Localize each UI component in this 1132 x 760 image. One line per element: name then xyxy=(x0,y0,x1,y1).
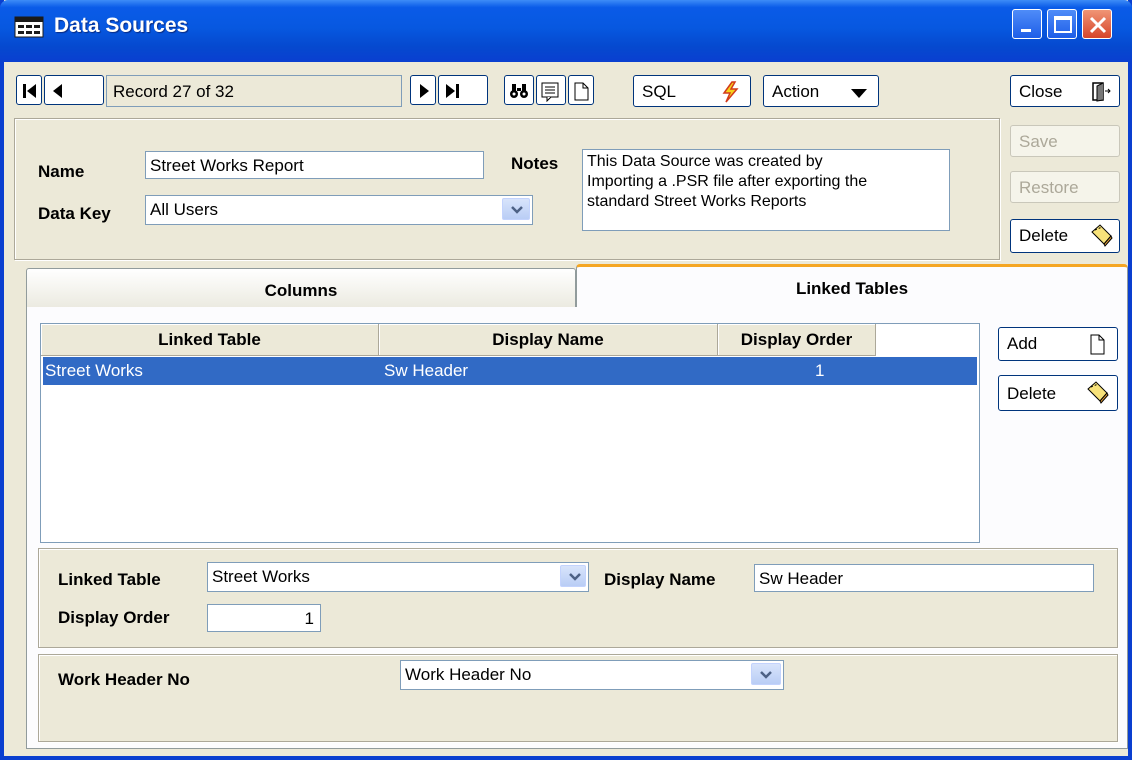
add-linked-table-button[interactable]: Add xyxy=(998,327,1118,361)
tab-linked-tables-label: Linked Tables xyxy=(795,279,909,298)
col-header-linked-table[interactable]: Linked Table xyxy=(41,324,379,356)
col-header-display-name[interactable]: Display Name xyxy=(379,324,718,356)
restore-button[interactable]: Restore xyxy=(1010,171,1120,203)
work-header-no-value: Work Header No xyxy=(405,665,532,684)
sql-button-label: SQL xyxy=(642,82,677,101)
data-key-combo[interactable]: All Users xyxy=(145,195,533,225)
close-button-label: Close xyxy=(1019,82,1063,101)
window-title: Data Sources xyxy=(54,14,189,37)
close-button[interactable]: Close xyxy=(1010,75,1120,107)
app-icon xyxy=(14,16,44,38)
cell-linked-table: Street Works xyxy=(45,361,143,380)
tab-columns[interactable]: Columns xyxy=(26,268,576,308)
chevron-down-icon xyxy=(511,206,523,214)
restore-button-label: Restore xyxy=(1019,178,1079,197)
last-record-button[interactable] xyxy=(438,75,488,105)
exit-door-icon xyxy=(1092,82,1111,102)
delete-linked-table-button[interactable]: Delete xyxy=(998,375,1118,411)
action-button-label: Action xyxy=(772,82,820,101)
sql-button[interactable]: SQL xyxy=(633,75,751,107)
action-dropdown-button[interactable]: Action xyxy=(763,75,879,107)
close-icon xyxy=(1089,16,1107,34)
eraser-icon xyxy=(1091,224,1113,247)
name-label: Name xyxy=(38,162,85,181)
work-header-no-combo[interactable]: Work Header No xyxy=(400,660,784,690)
delete-record-button[interactable]: Delete xyxy=(1010,219,1120,253)
data-key-value: All Users xyxy=(150,200,219,219)
data-key-dropdown-button[interactable] xyxy=(502,198,530,220)
linked-table-value: Street Works xyxy=(212,567,310,586)
linked-table-combo[interactable]: Street Works xyxy=(207,562,589,592)
cell-display-name: Sw Header xyxy=(384,361,469,380)
close-window-button[interactable] xyxy=(1082,9,1112,39)
list-view-button[interactable] xyxy=(536,75,566,105)
chevron-down-icon xyxy=(569,573,581,581)
list-view-icon xyxy=(541,82,559,102)
notes-label: Notes xyxy=(511,154,559,173)
linked-tables-grid[interactable]: Linked Table Display Name Display Order … xyxy=(40,323,980,543)
notes-line-1: This Data Source was created by xyxy=(587,153,823,170)
name-field[interactable]: Street Works Report xyxy=(145,151,484,179)
previous-record-button[interactable] xyxy=(44,75,104,105)
display-order-label: Display Order xyxy=(58,608,170,627)
notes-field[interactable]: This Data Source was created by Importin… xyxy=(582,149,950,231)
add-button-label: Add xyxy=(1007,334,1038,353)
eraser-icon xyxy=(1087,381,1109,404)
first-record-button[interactable] xyxy=(16,75,42,105)
delete-button-label: Delete xyxy=(1007,384,1057,403)
binoculars-icon xyxy=(510,84,528,98)
next-record-icon xyxy=(420,84,429,98)
save-button[interactable]: Save xyxy=(1010,125,1120,157)
col-header-display-order[interactable]: Display Order xyxy=(718,324,876,356)
display-name-field[interactable]: Sw Header xyxy=(754,564,1094,592)
previous-record-icon xyxy=(53,84,62,98)
tab-columns-label: Columns xyxy=(264,281,338,300)
table-row[interactable]: Street Works Sw Header 1 xyxy=(43,357,977,385)
linked-table-dropdown-button[interactable] xyxy=(560,565,586,587)
new-record-button[interactable] xyxy=(568,75,594,105)
minimize-icon xyxy=(1021,29,1031,32)
tab-linked-tables[interactable]: Linked Tables xyxy=(576,264,1128,308)
save-button-label: Save xyxy=(1019,132,1058,151)
delete-record-label: Delete xyxy=(1019,226,1069,245)
record-position: Record 27 of 32 xyxy=(106,75,402,107)
display-order-field[interactable]: 1 xyxy=(207,604,321,632)
work-header-no-label: Work Header No xyxy=(58,670,190,689)
find-button[interactable] xyxy=(504,75,534,105)
maximize-icon xyxy=(1054,16,1072,33)
next-record-button[interactable] xyxy=(410,75,436,105)
work-header-no-dropdown-button[interactable] xyxy=(751,663,781,685)
last-record-icon xyxy=(446,84,459,98)
data-key-label: Data Key xyxy=(38,204,111,223)
title-bar[interactable]: Data Sources xyxy=(0,0,1132,62)
chevron-down-icon xyxy=(851,89,867,98)
new-document-icon xyxy=(574,82,589,101)
chevron-down-icon xyxy=(760,671,772,679)
lightning-icon xyxy=(722,81,739,103)
notes-line-2: Importing a .PSR file after exporting th… xyxy=(587,173,868,190)
minimize-button[interactable] xyxy=(1012,9,1042,39)
display-name-label: Display Name xyxy=(604,570,716,589)
data-sources-window: Data Sources Record 27 of 32 SQL Action … xyxy=(0,0,1132,760)
maximize-button[interactable] xyxy=(1047,9,1077,39)
linked-table-label: Linked Table xyxy=(58,570,161,589)
cell-display-order: 1 xyxy=(815,361,825,380)
first-record-icon xyxy=(23,84,36,98)
notes-line-3: standard Street Works Reports xyxy=(587,193,807,210)
new-document-icon xyxy=(1090,334,1105,355)
